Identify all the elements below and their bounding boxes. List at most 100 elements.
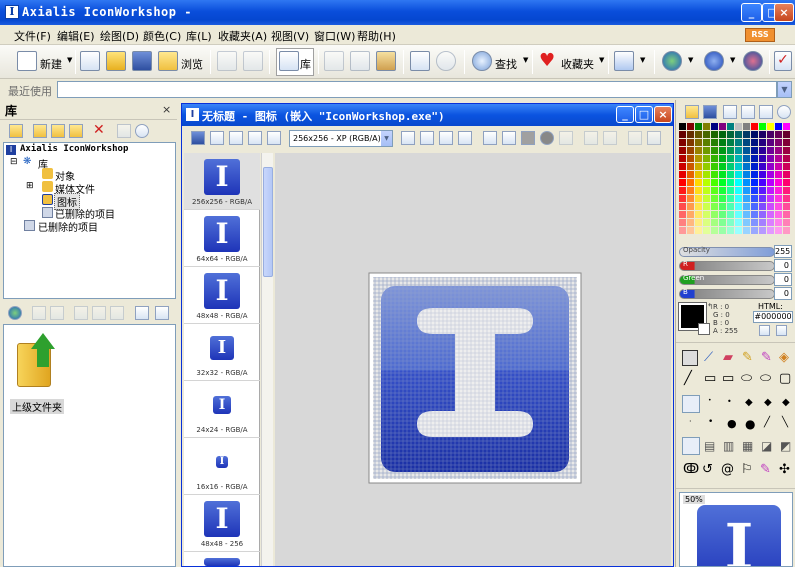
menu-edit[interactable]: 编辑(E): [57, 28, 95, 44]
ellipse-tool-icon[interactable]: ⬭: [741, 371, 757, 387]
doc-close-button[interactable]: ×: [654, 106, 672, 123]
move-folder-icon[interactable]: [69, 124, 83, 138]
palette-swatch[interactable]: [719, 131, 726, 138]
palette-swatch[interactable]: [695, 123, 702, 130]
palette-swatch[interactable]: [735, 227, 742, 234]
palette-swatch[interactable]: [711, 195, 718, 202]
palette-swatch[interactable]: [767, 155, 774, 162]
palette-swatch[interactable]: [687, 123, 694, 130]
palette-swatch[interactable]: [775, 179, 782, 186]
fill-mode-6-icon[interactable]: ◩: [780, 439, 795, 455]
fill-mode-3-icon[interactable]: ▥: [723, 439, 739, 455]
palette-swatch[interactable]: [783, 139, 790, 146]
eyedropper-icon[interactable]: ⟋: [704, 350, 720, 366]
save-icon[interactable]: [132, 51, 152, 73]
palette-swatch[interactable]: [679, 187, 686, 194]
palette-swatch[interactable]: [711, 227, 718, 234]
effect-2-icon[interactable]: ↺: [702, 462, 718, 478]
copy-icon[interactable]: [350, 51, 370, 73]
palette-swatch[interactable]: [695, 203, 702, 210]
palette-swatch[interactable]: [695, 227, 702, 234]
globe-icon[interactable]: [662, 51, 682, 73]
palette-swatch[interactable]: [743, 171, 750, 178]
doc-remove-format-icon[interactable]: [439, 131, 453, 145]
selection-tool-icon[interactable]: [682, 350, 698, 366]
palette-swatch[interactable]: [751, 147, 758, 154]
palette-swatch[interactable]: [687, 171, 694, 178]
palette-swatch[interactable]: [727, 195, 734, 202]
palette-swatch[interactable]: [775, 211, 782, 218]
palette-swatch[interactable]: [775, 139, 782, 146]
favorites-dropdown-icon[interactable]: ▼: [599, 56, 604, 64]
palette-swatch[interactable]: [703, 195, 710, 202]
palette-swatch[interactable]: [727, 123, 734, 130]
pencil-icon[interactable]: ✎: [742, 350, 758, 366]
redo-icon[interactable]: [243, 51, 263, 73]
undo-icon[interactable]: [217, 51, 237, 73]
doc-save-icon[interactable]: [191, 131, 205, 145]
palette-swatch[interactable]: [759, 227, 766, 234]
find-button-label[interactable]: 查找: [495, 56, 517, 72]
palette-swatch[interactable]: [759, 203, 766, 210]
palette-swatch[interactable]: [735, 203, 742, 210]
filled-rectangle-icon[interactable]: ▭: [722, 371, 738, 387]
brush-slash-2-icon[interactable]: ╲: [782, 417, 795, 433]
color-copy-icon[interactable]: [759, 325, 770, 336]
palette-add-icon[interactable]: [723, 105, 737, 119]
background-icon[interactable]: [521, 131, 535, 145]
palette-swatch[interactable]: [743, 147, 750, 154]
palette-swatch[interactable]: [735, 123, 742, 130]
browse-icon[interactable]: [158, 51, 178, 73]
doc-tool3-icon[interactable]: [603, 131, 617, 145]
editing-canvas[interactable]: [275, 153, 671, 566]
palette-swatch[interactable]: [735, 179, 742, 186]
palette-swatch[interactable]: [775, 131, 782, 138]
icon-editor-grid[interactable]: [275, 153, 671, 566]
blue-value[interactable]: 0: [774, 287, 792, 300]
palette-swatch[interactable]: [759, 147, 766, 154]
palette-swatch[interactable]: [711, 211, 718, 218]
up-folder-item[interactable]: [15, 333, 55, 395]
palette-swatch[interactable]: [687, 131, 694, 138]
palette-delete-icon[interactable]: [741, 105, 755, 119]
brush-dot-2-icon[interactable]: •: [708, 417, 724, 433]
palette-swatch[interactable]: [759, 179, 766, 186]
cut-icon[interactable]: [324, 51, 344, 73]
brush-dot-1-icon[interactable]: ·: [689, 417, 705, 433]
palette-swatch[interactable]: [695, 171, 702, 178]
effect-6-icon[interactable]: ✣: [779, 462, 795, 478]
new-format-icon[interactable]: [229, 131, 243, 145]
palette-swatch[interactable]: [687, 179, 694, 186]
palette-swatch[interactable]: [751, 163, 758, 170]
palette-swatch[interactable]: [767, 163, 774, 170]
monitor-dropdown-icon[interactable]: ▼: [640, 56, 645, 64]
rounded-rect-icon[interactable]: ▢: [779, 371, 795, 387]
doc-copy-format-icon[interactable]: [420, 131, 434, 145]
doc-cut-icon[interactable]: [628, 131, 642, 145]
effect-3-icon[interactable]: @: [721, 462, 737, 478]
up-folder-icon[interactable]: [9, 124, 23, 138]
web-icon[interactable]: [8, 306, 22, 320]
palette-swatch[interactable]: [751, 171, 758, 178]
red-value[interactable]: 0: [774, 259, 792, 272]
paste-icon[interactable]: [376, 51, 396, 73]
new-folder-icon[interactable]: [33, 124, 47, 138]
search-icon[interactable]: [472, 51, 492, 73]
palette-swatch[interactable]: [751, 139, 758, 146]
list-item[interactable]: I 16x16 - RGB/A: [184, 438, 260, 495]
palette-swatch[interactable]: [767, 195, 774, 202]
palette-swatch[interactable]: [679, 131, 686, 138]
palette-swatch[interactable]: [703, 187, 710, 194]
recent-dropdown-arrow-icon[interactable]: ▼: [777, 81, 792, 98]
palette-swatch[interactable]: [687, 163, 694, 170]
palette-swatch[interactable]: [703, 179, 710, 186]
palette-swatch[interactable]: [743, 187, 750, 194]
palette-swatch[interactable]: [751, 227, 758, 234]
settings-gear-icon[interactable]: [436, 51, 456, 73]
doc-minimize-button[interactable]: _: [616, 106, 634, 123]
format-select[interactable]: 256x256 - XP (RGB/A): [289, 130, 393, 147]
palette-swatch[interactable]: [767, 171, 774, 178]
view-mode-icon[interactable]: [155, 306, 169, 320]
palette-swatch[interactable]: [759, 195, 766, 202]
palette-swatch[interactable]: [759, 155, 766, 162]
